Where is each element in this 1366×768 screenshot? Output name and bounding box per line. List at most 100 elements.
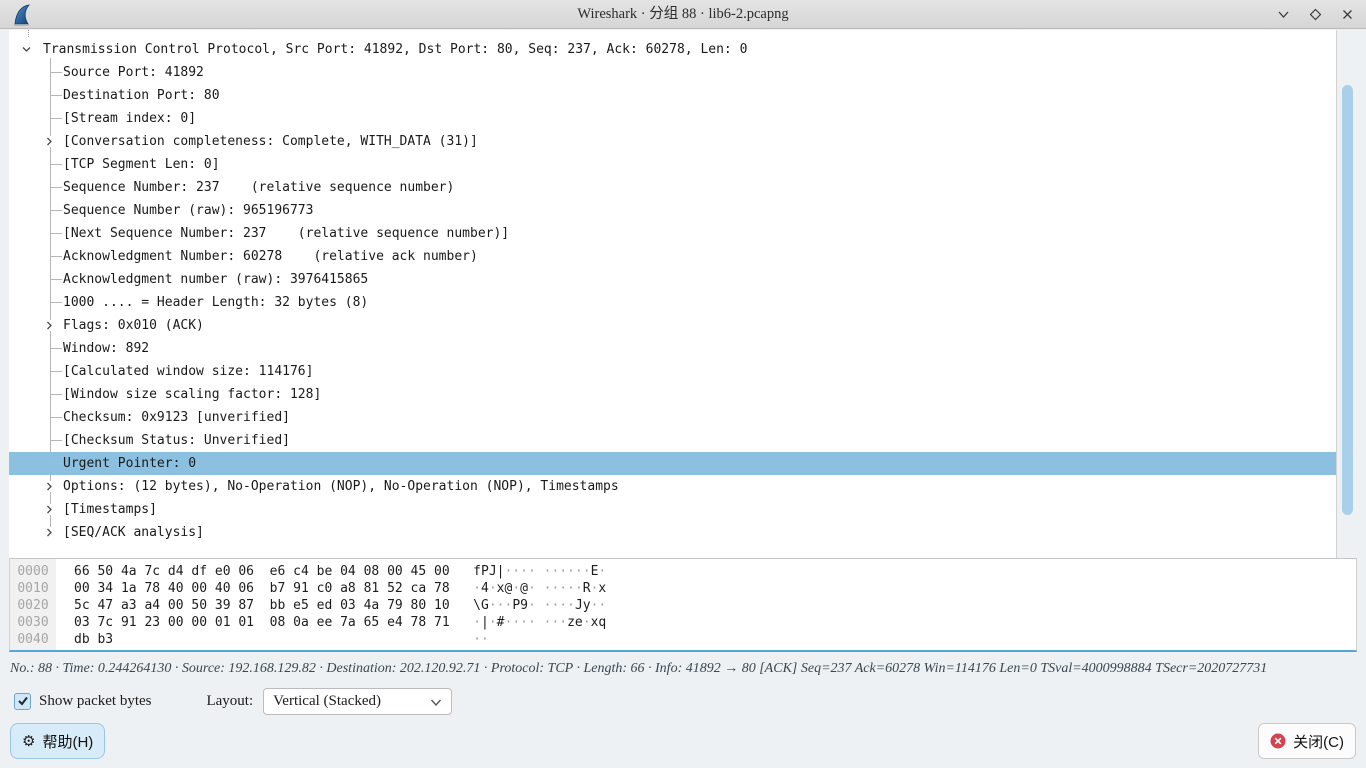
maximize-icon[interactable] bbox=[1309, 8, 1322, 21]
tree-row[interactable]: Checksum: 0x9123 [unverified] bbox=[9, 406, 1336, 429]
hex-offset: 0030 bbox=[10, 614, 56, 631]
tree-row[interactable]: [Checksum Status: Unverified] bbox=[9, 429, 1336, 452]
tree-row[interactable]: [Conversation completeness: Complete, WI… bbox=[9, 130, 1336, 153]
hex-offset: 0040 bbox=[10, 631, 56, 648]
tree-row[interactable]: Window: 892 bbox=[9, 337, 1336, 360]
close-button[interactable]: 关闭(C) bbox=[1258, 723, 1356, 759]
expander-icon[interactable] bbox=[42, 136, 57, 147]
tree-row-text: Checksum: 0x9123 [unverified] bbox=[63, 410, 290, 425]
tree-row-text: Source Port: 41892 bbox=[63, 65, 204, 80]
tree-row[interactable]: Transmission Control Protocol, Src Port:… bbox=[9, 38, 1336, 61]
tree-branch-line bbox=[50, 417, 62, 418]
tree-row-text: [SEQ/ACK analysis] bbox=[63, 525, 204, 540]
layout-label: Layout: bbox=[206, 693, 253, 710]
expander-icon[interactable] bbox=[42, 527, 57, 538]
close-red-circle-icon bbox=[1270, 733, 1286, 749]
hex-bytes: 03 7c 91 23 00 00 01 01 08 0a ee 7a 65 e… bbox=[56, 614, 606, 631]
tree-row-text: Window: 892 bbox=[63, 341, 149, 356]
tree-branch-line bbox=[50, 394, 62, 395]
hex-row[interactable]: 000066 50 4a 7c d4 df e0 06 e6 c4 be 04 … bbox=[10, 563, 606, 580]
help-gear-icon: ⚙ bbox=[22, 734, 35, 749]
tree-row[interactable]: Options: (12 bytes), No-Operation (NOP),… bbox=[9, 475, 1336, 498]
close-button-label: 关闭(C) bbox=[1293, 731, 1344, 752]
tree-row[interactable]: [Window size scaling factor: 128] bbox=[9, 383, 1336, 406]
hex-offset: 0000 bbox=[10, 563, 56, 580]
hex-bytes: 66 50 4a 7c d4 df e0 06 e6 c4 be 04 08 0… bbox=[56, 563, 606, 580]
tree-row[interactable]: 1000 .... = Header Length: 32 bytes (8) bbox=[9, 291, 1336, 314]
close-window-icon[interactable] bbox=[1341, 8, 1354, 21]
tree-row-text: [Timestamps] bbox=[63, 502, 157, 517]
tree-branch-line bbox=[50, 256, 62, 257]
tree-branch-line bbox=[50, 95, 62, 96]
tree-row-text: [Stream index: 0] bbox=[63, 111, 196, 126]
tree-row-text: Acknowledgment Number: 60278 (relative a… bbox=[63, 249, 478, 264]
tree-row[interactable]: Sequence Number: 237 (relative sequence … bbox=[9, 176, 1336, 199]
show-packet-bytes-checkbox[interactable] bbox=[14, 693, 31, 710]
tree-branch-line bbox=[50, 233, 62, 234]
tree-row[interactable]: [Calculated window size: 114176] bbox=[9, 360, 1336, 383]
tree-branch-line bbox=[50, 279, 62, 280]
tree-row-text: Options: (12 bytes), No-Operation (NOP),… bbox=[63, 479, 619, 494]
tree-branch-line bbox=[50, 371, 62, 372]
tree-branch-line bbox=[50, 210, 62, 211]
tree-branch-line bbox=[50, 348, 62, 349]
tree-branch-line bbox=[50, 72, 62, 73]
tree-row[interactable]: [Timestamps] bbox=[9, 498, 1336, 521]
hex-rows: 000066 50 4a 7c d4 df e0 06 e6 c4 be 04 … bbox=[10, 563, 606, 648]
show-packet-bytes-label: Show packet bytes bbox=[39, 693, 151, 710]
layout-dropdown[interactable]: Vertical (Stacked) bbox=[263, 688, 452, 715]
tree-row[interactable]: [Next Sequence Number: 237 (relative seq… bbox=[9, 222, 1336, 245]
help-button-label: 帮助(H) bbox=[42, 731, 93, 752]
hex-row[interactable]: 00205c 47 a3 a4 00 50 39 87 bb e5 ed 03 … bbox=[10, 597, 606, 614]
tree-row[interactable]: Flags: 0x010 (ACK) bbox=[9, 314, 1336, 337]
tree-row[interactable]: Acknowledgment Number: 60278 (relative a… bbox=[9, 245, 1336, 268]
hex-bytes: db b3 ·· bbox=[56, 631, 489, 648]
tree-branch-line bbox=[50, 440, 62, 441]
window-controls bbox=[1277, 0, 1354, 29]
minimize-icon[interactable] bbox=[1277, 8, 1290, 21]
tree-row-text: [TCP Segment Len: 0] bbox=[63, 157, 220, 172]
tree-row-text: 1000 .... = Header Length: 32 bytes (8) bbox=[63, 295, 368, 310]
tree-row-text: [Checksum Status: Unverified] bbox=[63, 433, 290, 448]
tree-row[interactable]: Destination Port: 80 bbox=[9, 84, 1336, 107]
tree-row[interactable]: Acknowledgment number (raw): 3976415865 bbox=[9, 268, 1336, 291]
hex-bytes: 5c 47 a3 a4 00 50 39 87 bb e5 ed 03 4a 7… bbox=[56, 597, 606, 614]
hex-bytes: 00 34 1a 78 40 00 40 06 b7 91 c0 a8 81 5… bbox=[56, 580, 606, 597]
tree-row[interactable]: Source Port: 41892 bbox=[9, 61, 1336, 84]
expander-icon[interactable] bbox=[42, 320, 57, 331]
window-title: Wireshark · 分组 88 · lib6-2.pcapng bbox=[0, 0, 1366, 29]
tree-row[interactable]: Sequence Number (raw): 965196773 bbox=[9, 199, 1336, 222]
hex-offset: 0010 bbox=[10, 580, 56, 597]
expander-icon[interactable] bbox=[42, 481, 57, 492]
layout-dropdown-value: Vertical (Stacked) bbox=[273, 693, 381, 710]
tree-row[interactable]: Urgent Pointer: 0 bbox=[9, 452, 1336, 475]
tree-row-text: [Next Sequence Number: 237 (relative seq… bbox=[63, 226, 509, 241]
hex-offset: 0020 bbox=[10, 597, 56, 614]
tree-branch-line bbox=[50, 463, 62, 464]
hex-row[interactable]: 003003 7c 91 23 00 00 01 01 08 0a ee 7a … bbox=[10, 614, 606, 631]
tree-branch-line bbox=[50, 302, 62, 303]
expander-icon[interactable] bbox=[21, 44, 32, 55]
packet-detail-tree: Transmission Control Protocol, Src Port:… bbox=[9, 30, 1337, 558]
tree-branch-line bbox=[50, 118, 62, 119]
tree-row-text: Flags: 0x010 (ACK) bbox=[63, 318, 204, 333]
titlebar: Wireshark · 分组 88 · lib6-2.pcapng bbox=[0, 0, 1366, 29]
vertical-scrollbar-thumb[interactable] bbox=[1342, 85, 1353, 515]
tree-row-text: Destination Port: 80 bbox=[63, 88, 220, 103]
tree-row-text: Sequence Number: 237 (relative sequence … bbox=[63, 180, 454, 195]
checkmark-icon bbox=[17, 695, 29, 707]
hex-row[interactable]: 001000 34 1a 78 40 00 40 06 b7 91 c0 a8 … bbox=[10, 580, 606, 597]
footer-controls: Show packet bytes Layout: Vertical (Stac… bbox=[14, 687, 452, 715]
tree-guide-stub bbox=[28, 30, 29, 37]
tree-row[interactable]: [Stream index: 0] bbox=[9, 107, 1336, 130]
tree-branch-line bbox=[50, 164, 62, 165]
expander-icon[interactable] bbox=[42, 504, 57, 515]
tree-row[interactable]: [TCP Segment Len: 0] bbox=[9, 153, 1336, 176]
packet-bytes-pane: 000066 50 4a 7c d4 df e0 06 e6 c4 be 04 … bbox=[9, 558, 1357, 652]
help-button[interactable]: ⚙ 帮助(H) bbox=[10, 723, 105, 759]
packet-summary-status: No.: 88 · Time: 0.244264130 · Source: 19… bbox=[10, 655, 1360, 683]
hex-row[interactable]: 0040db b3 ·· bbox=[10, 631, 606, 648]
tree-branch-line bbox=[50, 187, 62, 188]
tree-row[interactable]: [SEQ/ACK analysis] bbox=[9, 521, 1336, 544]
tree-row-text: Urgent Pointer: 0 bbox=[63, 456, 196, 471]
